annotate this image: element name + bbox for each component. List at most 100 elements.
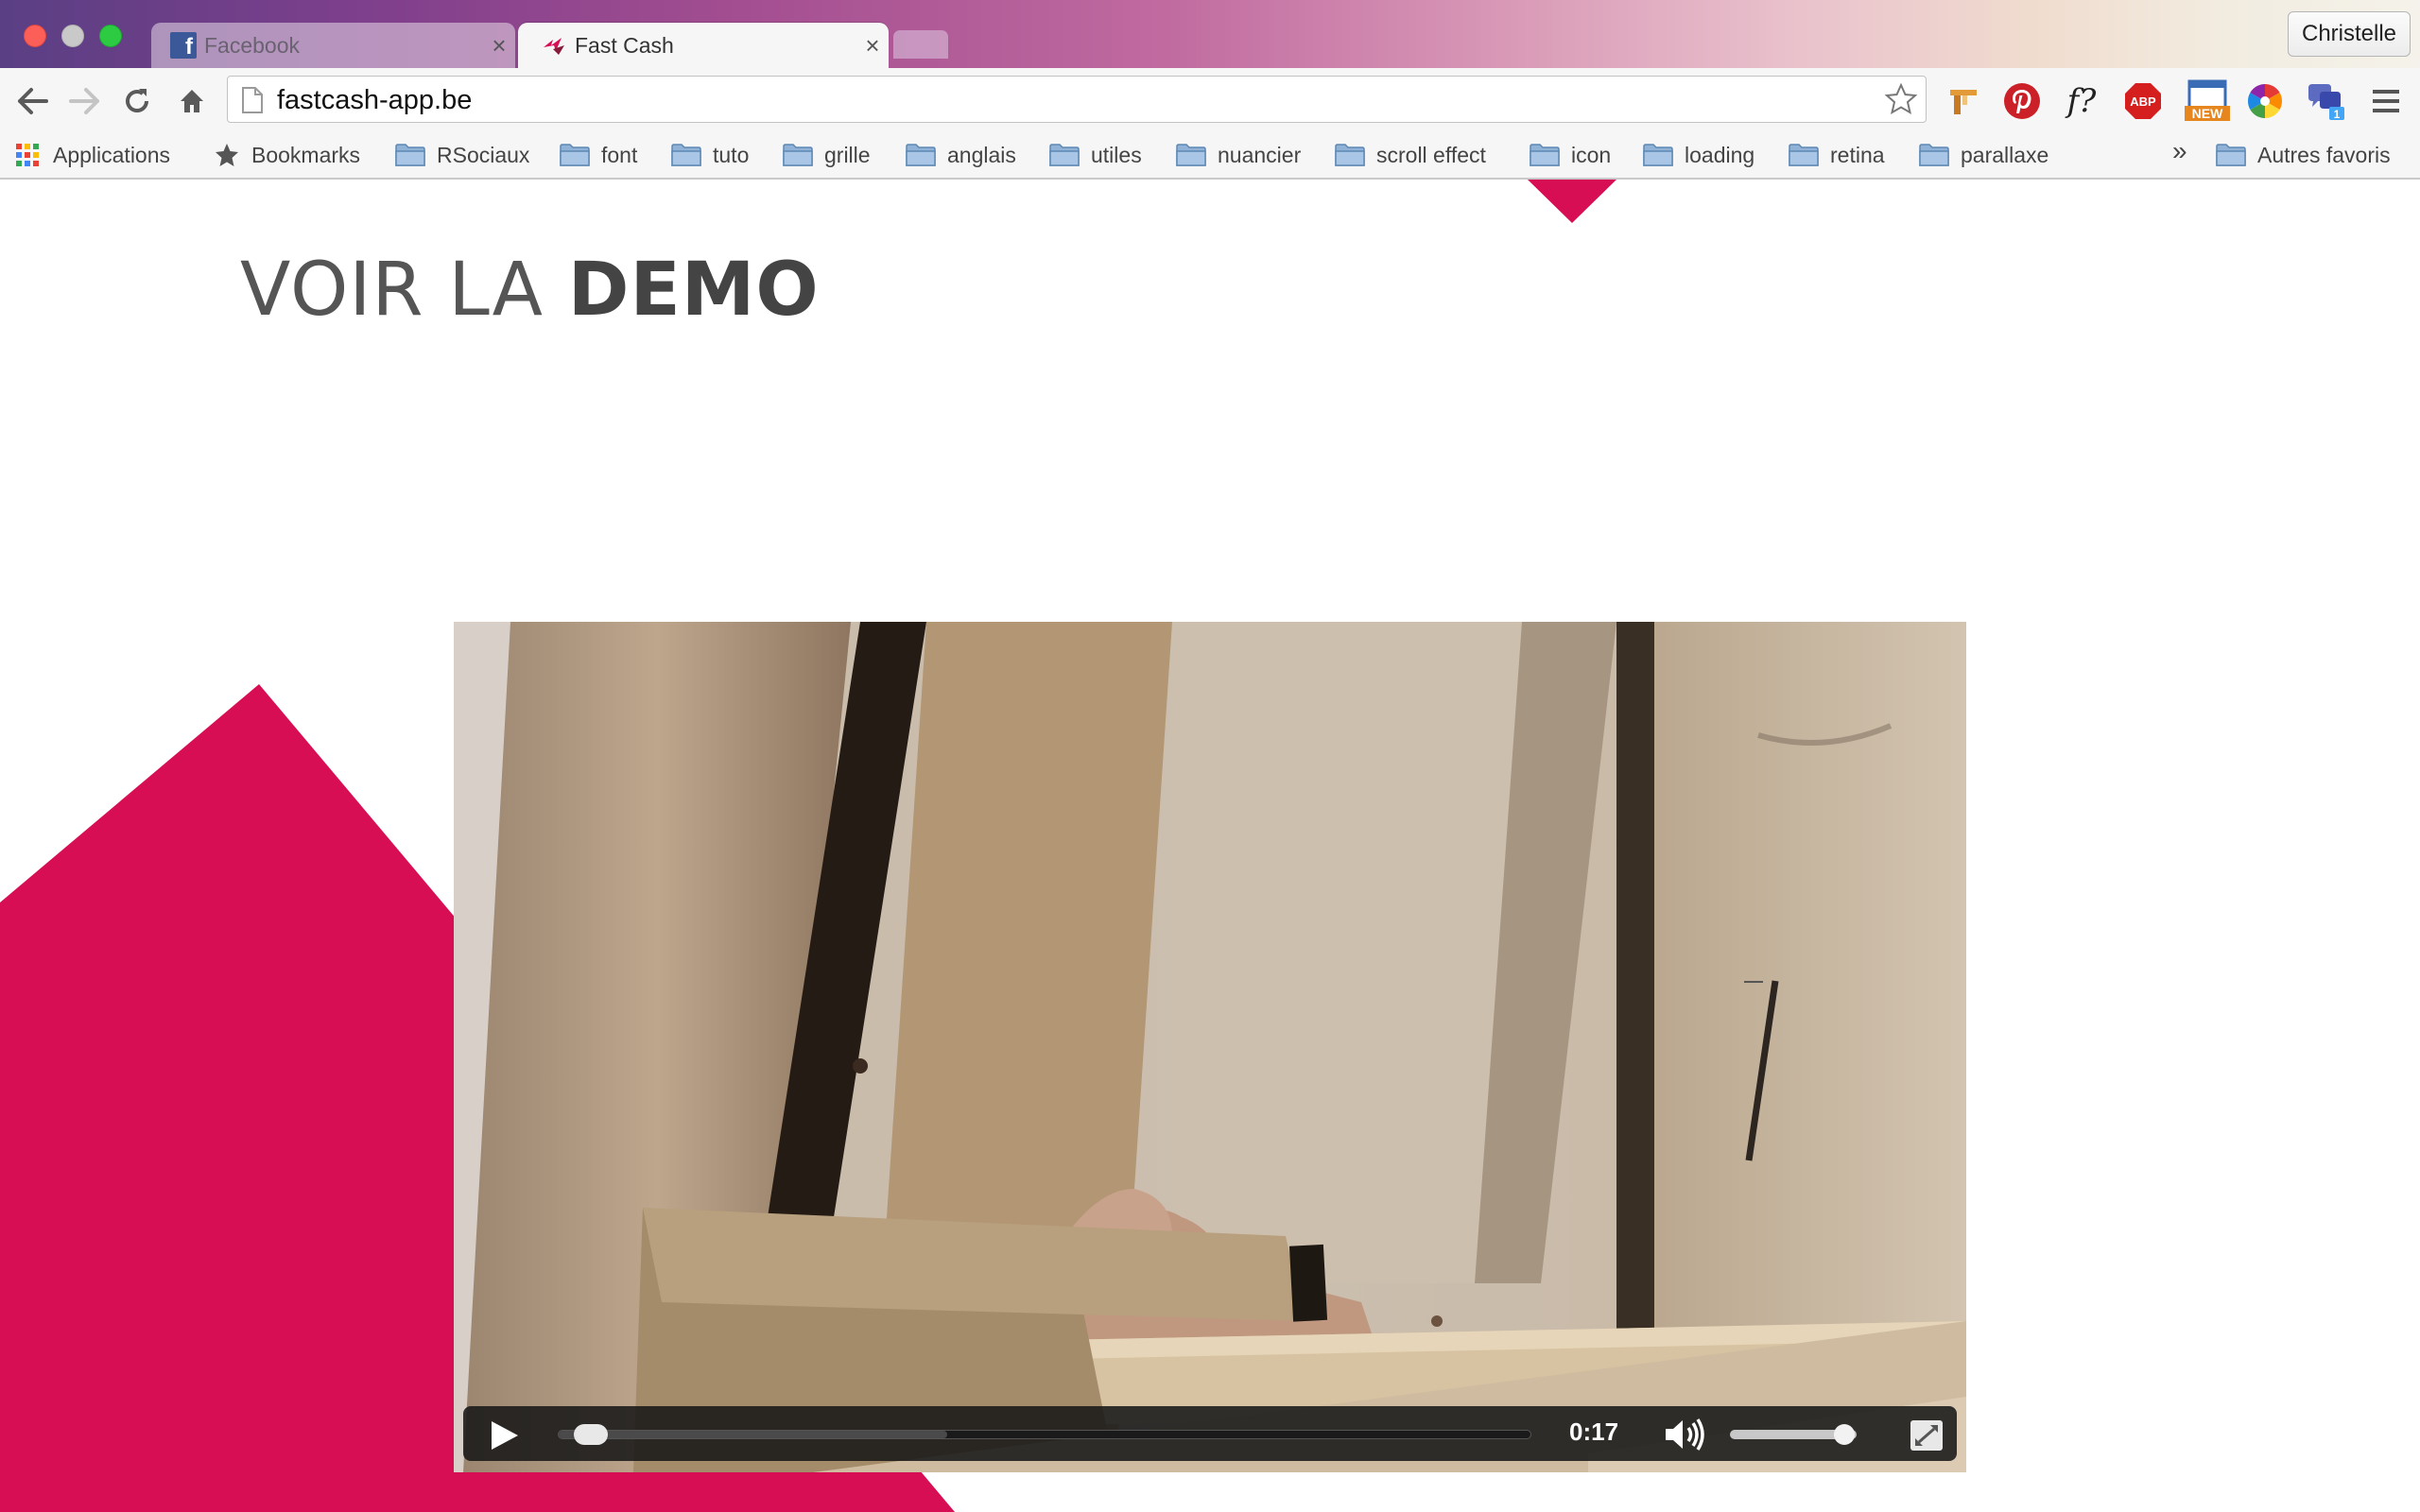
bookmark-folder-nuancier[interactable]: nuancier [1176,138,1301,172]
bookmark-label: anglais [947,142,1016,167]
bookmark-label: RSociaux [437,142,530,167]
bookmark-label: Bookmarks [251,142,361,167]
page-content: VOIR LA DEMO 0:17 [0,180,2420,1512]
reload-icon [126,89,148,112]
bookmark-applications[interactable]: Applications [15,138,170,172]
bookmark-label: scroll effect [1376,142,1486,167]
abp-label: ABP [2130,94,2156,109]
bookmark-folder-other[interactable]: Autres favoris [2216,138,2391,172]
bookmark-folder-icon[interactable]: icon [1530,138,1611,172]
folder-icon [1530,144,1560,166]
bookmark-label: parallaxe [1961,142,2049,167]
bookmark-label: Applications [53,142,171,167]
chrome-menu-icon [2373,90,2399,112]
bookmark-bookmarks[interactable]: Bookmarks [214,138,360,172]
home-button[interactable] [170,79,214,123]
bookmark-folder-font[interactable]: font [560,138,637,172]
star-icon [216,144,238,166]
apps-grid-icon [16,144,39,166]
folder-icon [783,144,813,166]
profile-button[interactable]: Christelle [2288,11,2411,57]
bookmark-manager-icon [1950,90,1977,114]
bookmark-label: retina [1830,142,1885,167]
bookmark-manager-extension[interactable] [1943,80,1984,122]
translate-extension[interactable]: 1 [2305,80,2346,122]
bookmark-folder-grille[interactable]: grille [783,138,871,172]
video-progress-handle[interactable] [573,1424,608,1445]
bookmark-folder-scroll-effect[interactable]: scroll effect [1335,138,1486,172]
bookmarks-overflow-button[interactable]: » [2172,136,2187,166]
window-close-button[interactable] [24,25,46,47]
page-icon [242,87,263,113]
tab-close-button[interactable]: × [483,31,515,60]
pinterest-extension[interactable] [2001,80,2043,122]
video-buffered-range [559,1431,948,1438]
bookmark-label: tuto [713,142,750,167]
adblock-plus-icon: ABP [2125,83,2161,119]
folder-icon [1335,144,1365,166]
demo-video-player[interactable]: 0:17 [454,622,1966,1472]
tab-fast-cash[interactable]: Fast Cash × [518,23,889,68]
folder-icon [2216,144,2246,166]
bookmark-star-icon[interactable] [1884,82,1918,116]
forward-button[interactable] [62,79,106,123]
window-zoom-button[interactable] [99,25,122,47]
reload-button[interactable] [115,79,159,123]
folder-icon [1919,144,1949,166]
bookmark-folder-rsociaux[interactable]: RSociaux [395,138,529,172]
bookmark-folder-parallaxe[interactable]: parallaxe [1919,138,2048,172]
folder-icon [1789,144,1819,166]
window-minimize-button[interactable] [61,25,84,47]
video-current-time: 0:17 [1569,1418,1619,1446]
bookmark-label: font [601,142,638,167]
tab-title: Fast Cash [575,32,674,58]
video-progress-bar[interactable] [558,1430,1531,1439]
volume-icon[interactable] [1664,1418,1709,1452]
bookmark-folder-retina[interactable]: retina [1789,138,1885,172]
bookmark-folder-anglais[interactable]: anglais [906,138,1016,172]
folder-icon [906,144,936,166]
bookmark-folder-tuto[interactable]: tuto [671,138,749,172]
url-text: fastcash-app.be [277,85,473,115]
bookmark-label: icon [1571,142,1612,167]
new-label: NEW [2192,106,2223,121]
folder-icon [1049,144,1080,166]
tab-facebook[interactable]: f Facebook × [151,23,515,68]
chrome-menu-button[interactable] [2365,80,2407,122]
translate-badge: 1 [2334,108,2341,121]
bookmarks-bar: Applications Bookmarks RSociaux font tut… [0,132,2420,180]
folder-icon [1176,144,1206,166]
volume-handle[interactable] [1833,1424,1855,1445]
color-picker-extension[interactable] [2244,80,2286,122]
bookmark-label: loading [1685,142,1755,167]
bookmark-label: utiles [1091,142,1142,167]
folder-icon [560,144,590,166]
tab-close-button[interactable]: × [856,31,889,60]
folder-icon [395,144,425,166]
bookmark-label: nuancier [1218,142,1302,167]
fullscreen-icon[interactable] [1910,1419,1944,1452]
whatfont-icon[interactable]: f? [2061,80,2102,122]
folder-icon [671,144,701,166]
browser-toolbar: fastcash-app.be f? ABP NEW 1 [0,68,2420,132]
tab-strip: f Facebook × Fast Cash × Christelle [0,0,2420,68]
video-frame-image [454,622,1966,1472]
folder-icon [1643,144,1673,166]
back-button[interactable] [11,79,55,123]
tab-title: Facebook [204,32,301,58]
adblock-plus-extension[interactable]: ABP [2122,80,2164,122]
address-bar[interactable]: fastcash-app.be [227,76,1927,123]
new-tab-extension[interactable]: NEW [2182,79,2233,122]
forward-arrow-icon [69,88,99,114]
home-icon [181,90,203,112]
fastcash-logo-icon [544,38,564,55]
bookmark-folder-loading[interactable]: loading [1643,138,1754,172]
color-picker-icon [2247,84,2283,119]
bookmark-folder-utiles[interactable]: utiles [1049,138,1142,172]
bookmark-label: grille [824,142,871,167]
play-icon[interactable] [488,1419,520,1452]
translate-extension-icon: 1 [2308,84,2344,121]
new-tab-button[interactable] [893,30,948,59]
new-tab-extension-icon: NEW [2185,79,2230,121]
back-arrow-icon [18,88,48,114]
